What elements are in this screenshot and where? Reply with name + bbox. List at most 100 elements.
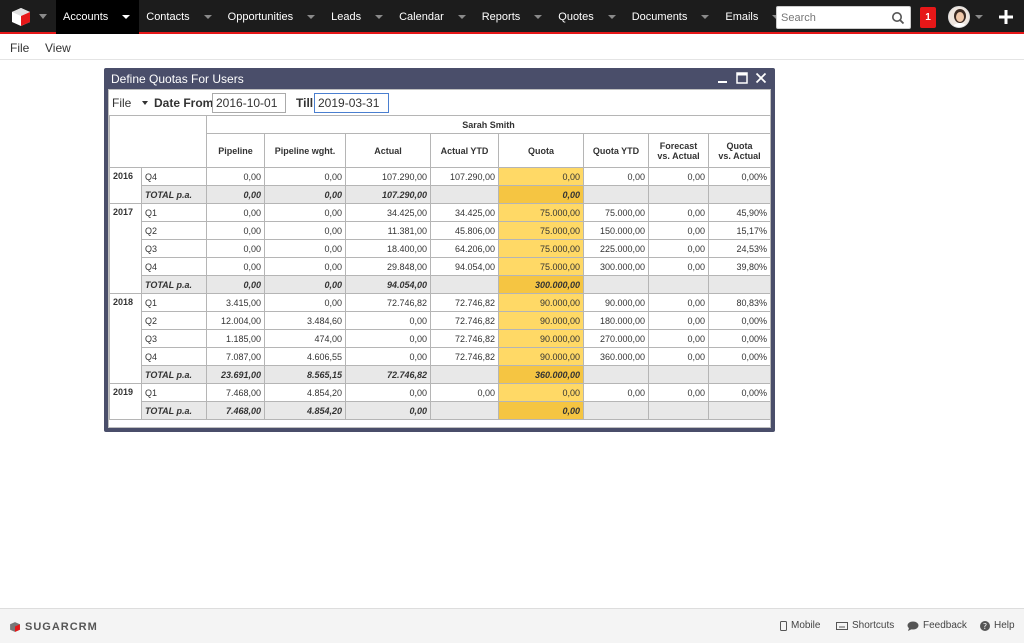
column-header: Actual YTD [430,133,499,168]
dialog-file-caret-icon[interactable] [142,101,148,105]
value-cell: 4.854,20 [264,401,346,420]
value-cell: 7.468,00 [206,401,265,420]
notification-badge[interactable]: 1 [920,7,936,28]
footer-help-label: Help [994,620,1015,631]
search-icon[interactable] [891,11,905,25]
value-cell: 270.000,00 [583,329,649,348]
nav-item-opportunities[interactable]: Opportunities [221,0,324,34]
nav-item-accounts[interactable]: Accounts [56,0,140,34]
period-cell: Q2 [141,221,207,240]
column-header: Actual [345,133,431,168]
value-cell: 0,00 [206,257,265,276]
quota-cell[interactable]: 75.000,00 [498,257,584,276]
footer-shortcuts-link[interactable]: Shortcuts [836,620,894,631]
nav-item-calendar[interactable]: Calendar [392,0,475,34]
nav-item-label: Opportunities [227,11,294,23]
period-cell: TOTAL p.a. [141,275,207,294]
value-cell: 72.746,82 [345,293,431,312]
dialog-file-menu[interactable]: File [112,96,131,110]
value-cell: 0,00% [707,167,772,186]
table-row: Q3 0,00 0,00 18.400,00 64.206,00 75.000,00 225… [110,239,772,258]
sugarcrm-logo-icon[interactable] [10,6,32,28]
chevron-down-icon[interactable] [122,15,131,19]
nav-item-documents[interactable]: Documents [625,0,719,34]
chevron-down-icon[interactable] [203,15,212,19]
footer-mobile-link[interactable]: Mobile [780,620,820,631]
plus-icon[interactable] [998,9,1014,25]
quota-cell[interactable]: 75.000,00 [498,203,584,222]
nav-item-reports[interactable]: Reports [475,0,552,34]
value-cell [430,275,499,294]
value-cell: 45.806,00 [430,221,499,240]
value-cell [648,275,709,294]
value-cell: 3.484,60 [264,311,346,330]
minimize-icon[interactable] [716,71,730,85]
value-cell: 0,00 [264,203,346,222]
quota-cell[interactable]: 90.000,00 [498,293,584,312]
total-row: TOTAL p.a. 23.691,00 8.565,15 72.746,82 360.… [110,365,772,384]
menu-view[interactable]: View [45,41,71,55]
period-cell: Q4 [141,347,207,366]
quota-cell[interactable]: 75.000,00 [498,239,584,258]
year-cell: 2016 [109,167,142,204]
value-cell: 4.606,55 [264,347,346,366]
value-cell: 0,00 [648,347,709,366]
value-cell: 0,00 [648,311,709,330]
quota-cell[interactable]: 90.000,00 [498,311,584,330]
value-cell: 0,00 [264,185,346,204]
table-row: Q4 7.087,00 4.606,55 0,00 72.746,82 90.000,00… [110,347,772,366]
chevron-down-icon[interactable] [534,15,543,19]
footer-feedback-link[interactable]: Feedback [907,620,967,631]
search-input[interactable] [781,9,889,26]
value-cell: 0,00 [648,203,709,222]
table-row: 2017 Q1 0,00 0,00 34.425,00 34.425,00 75.000,0… [109,203,772,294]
avatar[interactable] [948,6,970,28]
help-icon: ? [980,620,990,631]
avatar-caret-icon[interactable] [975,15,983,19]
value-cell: 0,00 [648,293,709,312]
close-icon[interactable] [754,71,768,85]
footer-mobile-label: Mobile [791,620,821,631]
footer-help-link[interactable]: ? Help [980,620,1015,631]
menu-file[interactable]: File [10,41,29,55]
period-cell: TOTAL p.a. [141,401,207,420]
value-cell: 0,00 [206,239,265,258]
quota-cell: 0,00 [498,185,584,204]
value-cell: 0,00 [648,257,709,276]
nav-item-leads[interactable]: Leads [324,0,392,34]
nav-item-label: Calendar [399,11,444,23]
quota-cell[interactable]: 90.000,00 [498,347,584,366]
value-cell: 0,00 [264,239,346,258]
chevron-down-icon[interactable] [307,15,316,19]
quota-cell[interactable]: 90.000,00 [498,329,584,348]
date-from-label: Date From [154,96,214,110]
column-header: Quota YTD [583,133,649,168]
till-input[interactable] [314,93,389,113]
quota-cell[interactable]: 0,00 [498,167,584,186]
period-cell: Q3 [141,239,207,258]
table-row: Q3 1.185,00 474,00 0,00 72.746,82 90.000,00 27… [110,329,772,348]
dialog-title: Define Quotas For Users [111,72,244,86]
value-cell: 64.206,00 [430,239,499,258]
value-cell [583,401,649,420]
logo-caret-icon[interactable] [39,14,47,19]
chevron-down-icon[interactable] [607,15,616,19]
total-row: TOTAL p.a. 7.468,00 4.854,20 0,00 0,00 [110,401,772,420]
value-cell [707,365,772,384]
period-cell: Q1 [141,203,207,222]
nav-items: Accounts Contacts Opportunities Leads Calend… [56,0,829,34]
search-box[interactable] [776,6,911,29]
maximize-icon[interactable] [735,71,749,85]
chevron-down-icon[interactable] [701,15,710,19]
quota-cell[interactable]: 75.000,00 [498,221,584,240]
value-cell: 72.746,82 [345,365,431,384]
date-from-input[interactable] [212,93,286,113]
nav-item-quotes[interactable]: Quotes [551,0,624,34]
value-cell [648,401,709,420]
quota-cell[interactable]: 0,00 [498,383,584,402]
chevron-down-icon[interactable] [375,15,384,19]
quota-table: Sarah Smith Pipeline Pipeline wght. Actual A… [109,115,772,420]
nav-item-contacts[interactable]: Contacts [139,0,220,34]
chevron-down-icon[interactable] [457,15,466,19]
value-cell: 94.054,00 [345,275,431,294]
